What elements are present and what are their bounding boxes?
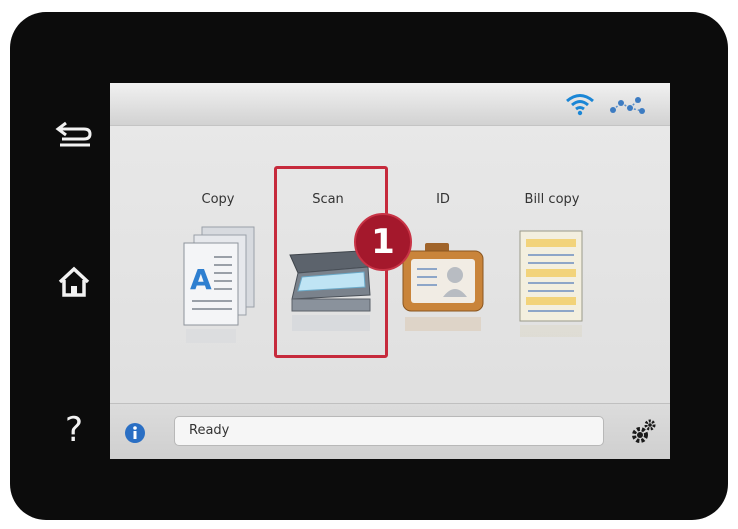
bottom-bar: Ready bbox=[110, 403, 670, 459]
svg-text:A: A bbox=[190, 263, 212, 296]
info-icon[interactable] bbox=[124, 422, 146, 444]
help-button[interactable]: ? bbox=[48, 404, 100, 456]
touchscreen: Copy A Scan ID Bill copy Ready 1 bbox=[110, 83, 670, 459]
id-label: ID bbox=[436, 192, 450, 207]
settings-icon[interactable] bbox=[630, 418, 658, 446]
copy-label: Copy bbox=[201, 192, 235, 207]
bill-copy-label: Bill copy bbox=[524, 192, 580, 207]
home-button[interactable] bbox=[48, 256, 100, 308]
back-arrow-icon bbox=[55, 121, 92, 147]
status-field: Ready bbox=[174, 416, 604, 446]
copy-icon: A bbox=[183, 226, 255, 343]
network-icon[interactable] bbox=[608, 95, 648, 117]
id-tile[interactable]: ID bbox=[393, 191, 493, 361]
back-button[interactable] bbox=[48, 108, 100, 160]
callout-number: 1 bbox=[354, 213, 412, 271]
copy-tile[interactable]: Copy A bbox=[168, 191, 268, 361]
bill-copy-tile[interactable]: Bill copy bbox=[502, 191, 602, 361]
help-icon: ? bbox=[64, 410, 84, 450]
wifi-icon[interactable] bbox=[564, 91, 596, 117]
bill-copy-icon bbox=[519, 230, 583, 337]
home-icon bbox=[58, 266, 90, 297]
status-bar bbox=[110, 83, 670, 126]
